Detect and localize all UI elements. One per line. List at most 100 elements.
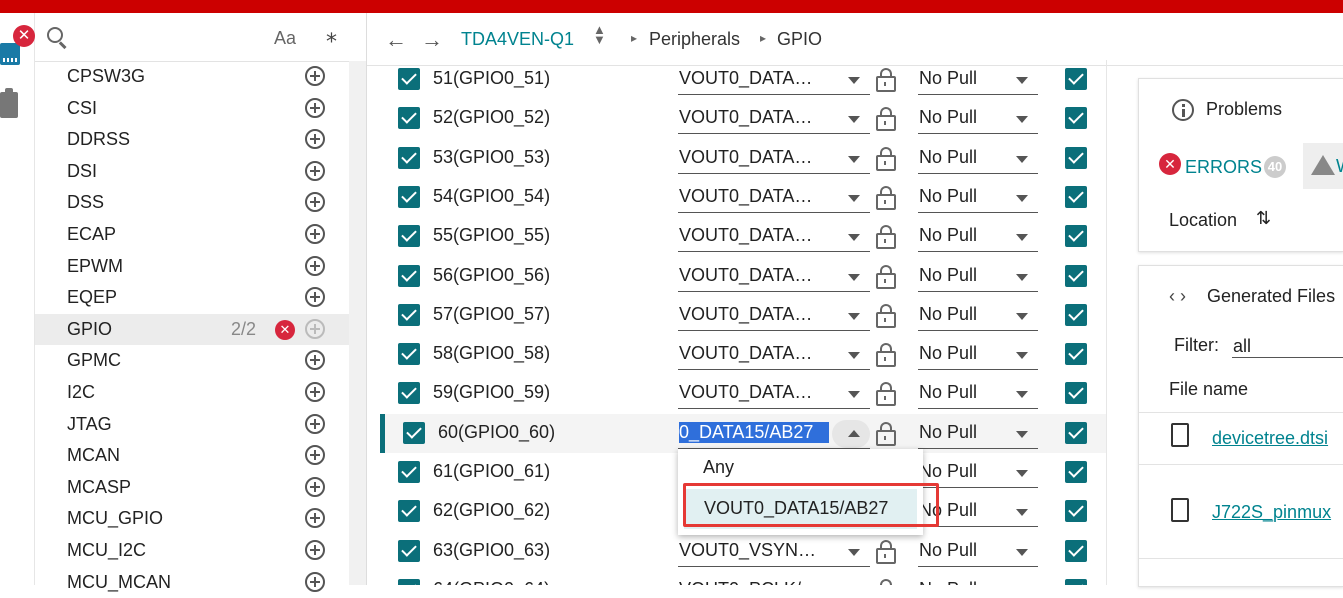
file-link-devicetree[interactable]: devicetree.dtsi (1212, 428, 1328, 449)
pin-enable-checkbox[interactable] (398, 107, 420, 129)
signal-select[interactable]: VOUT0_DATA… (678, 105, 870, 134)
table-row[interactable]: 55(GPIO0_55)VOUT0_DATA…No Pull (380, 217, 1106, 256)
pull-select[interactable]: No Pull (918, 184, 1038, 213)
chevron-down-icon[interactable] (1016, 313, 1028, 320)
sidebar-divider[interactable] (366, 13, 367, 585)
add-instance-icon[interactable] (305, 508, 325, 528)
chevron-down-icon[interactable] (1016, 431, 1028, 438)
pull-select[interactable]: No Pull (918, 380, 1038, 409)
sidebar-item-dss[interactable]: DSS (35, 187, 349, 219)
file-link-pinmux[interactable]: J722S_pinmux (1212, 502, 1331, 523)
pull-select[interactable]: No Pull (918, 420, 1038, 449)
pull-select[interactable]: No Pull (918, 263, 1038, 292)
device-selector[interactable]: TDA4VEN-Q1 (461, 29, 574, 50)
chevron-down-icon[interactable] (848, 116, 860, 123)
dropdown-option-any[interactable]: Any (703, 457, 734, 478)
chevron-down-icon[interactable] (1016, 352, 1028, 359)
back-arrow-icon[interactable]: ← (385, 27, 407, 53)
breadcrumb-peripherals[interactable]: Peripherals (649, 29, 740, 50)
signal-select[interactable]: VOUT0_DATA… (678, 380, 870, 409)
add-instance-icon[interactable] (305, 572, 325, 592)
location-column-header[interactable]: Location (1169, 210, 1237, 231)
pin-option-checkbox[interactable] (1065, 461, 1087, 483)
table-row[interactable]: 51(GPIO0_51)VOUT0_DATA…No Pull (380, 60, 1106, 99)
pin-enable-checkbox[interactable] (398, 500, 420, 522)
table-row[interactable]: 63(GPIO0_63)VOUT0_VSYN…No Pull (380, 532, 1106, 571)
add-instance-icon[interactable] (305, 161, 325, 181)
chevron-down-icon[interactable] (1016, 116, 1028, 123)
lock-icon[interactable] (876, 312, 896, 328)
signal-select[interactable]: VOUT0_DATA… (678, 184, 870, 213)
lock-icon[interactable] (876, 430, 896, 446)
warnings-filter-button[interactable]: W (1303, 143, 1343, 189)
signal-select[interactable]: VOUT0_DATA… (678, 263, 870, 292)
pin-enable-checkbox[interactable] (398, 225, 420, 247)
lock-icon[interactable] (876, 233, 896, 249)
chevron-up-icon[interactable] (848, 430, 860, 437)
signal-select[interactable]: VOUT0_DATA… (678, 341, 870, 370)
sidebar-search-bar[interactable]: Aa ⁎ (35, 13, 367, 62)
chevron-down-icon[interactable] (848, 313, 860, 320)
pull-select[interactable]: No Pull (918, 223, 1038, 252)
pin-option-checkbox[interactable] (1065, 304, 1087, 326)
lock-icon[interactable] (876, 351, 896, 367)
pin-enable-checkbox[interactable] (398, 304, 420, 326)
pin-option-checkbox[interactable] (1065, 382, 1087, 404)
pin-enable-checkbox[interactable] (398, 147, 420, 169)
add-instance-icon[interactable] (305, 350, 325, 370)
pull-select[interactable]: No Pull (918, 577, 1038, 585)
chevron-down-icon[interactable] (1016, 549, 1028, 556)
sidebar-item-i2c[interactable]: I2C (35, 377, 349, 409)
pin-enable-checkbox[interactable] (398, 540, 420, 562)
table-row[interactable]: 52(GPIO0_52)VOUT0_DATA…No Pull (380, 99, 1106, 138)
pull-select[interactable]: No Pull (918, 145, 1038, 174)
match-case-toggle[interactable]: Aa (274, 28, 296, 49)
lock-icon[interactable] (876, 390, 896, 406)
sidebar-item-epwm[interactable]: EPWM (35, 251, 349, 283)
chevron-down-icon[interactable] (1016, 77, 1028, 84)
chip-icon[interactable] (0, 43, 20, 65)
signal-select[interactable]: VOUT0_DATA… (678, 223, 870, 252)
chevron-down-icon[interactable] (1016, 391, 1028, 398)
search-icon[interactable] (47, 27, 63, 43)
add-instance-icon[interactable] (305, 540, 325, 560)
sidebar-item-mcu-gpio[interactable]: MCU_GPIO (35, 503, 349, 535)
add-instance-icon[interactable] (305, 129, 325, 149)
pin-option-checkbox[interactable] (1065, 68, 1087, 90)
add-instance-icon[interactable] (305, 477, 325, 497)
pin-enable-checkbox[interactable] (398, 579, 420, 585)
pull-select[interactable]: No Pull (918, 66, 1038, 95)
pin-option-checkbox[interactable] (1065, 147, 1087, 169)
forward-arrow-icon[interactable]: → (421, 27, 443, 53)
add-instance-icon[interactable] (305, 98, 325, 118)
signal-select[interactable]: VOUT0_DATA… (678, 145, 870, 174)
errors-filter-button[interactable]: ERRORS (1185, 157, 1262, 178)
signal-select[interactable]: VOUT0_PCLK/… (678, 577, 870, 585)
sidebar-item-mcasp[interactable]: MCASP (35, 472, 349, 504)
pull-select[interactable]: No Pull (918, 302, 1038, 331)
pin-option-checkbox[interactable] (1065, 343, 1087, 365)
sidebar-item-gpmc[interactable]: GPMC (35, 345, 349, 377)
chevron-down-icon[interactable] (1016, 470, 1028, 477)
chevron-down-icon[interactable] (848, 234, 860, 241)
lock-icon[interactable] (876, 76, 896, 92)
signal-select[interactable]: 0_DATA15/AB27 (678, 420, 870, 449)
pin-option-checkbox[interactable] (1065, 186, 1087, 208)
table-row[interactable]: 54(GPIO0_54)VOUT0_DATA…No Pull (380, 178, 1106, 217)
pin-enable-checkbox[interactable] (398, 68, 420, 90)
pin-option-checkbox[interactable] (1065, 500, 1087, 522)
pull-select[interactable]: No Pull (918, 341, 1038, 370)
sidebar-item-dsi[interactable]: DSI (35, 156, 349, 188)
lock-icon[interactable] (876, 548, 896, 564)
chevron-down-icon[interactable] (848, 156, 860, 163)
sidebar-item-jtag[interactable]: JTAG (35, 409, 349, 441)
add-instance-icon[interactable] (305, 414, 325, 434)
pin-option-checkbox[interactable] (1065, 107, 1087, 129)
clipboard-icon[interactable] (0, 92, 18, 118)
pin-option-checkbox[interactable] (1065, 540, 1087, 562)
sidebar-item-csi[interactable]: CSI (35, 93, 349, 125)
add-instance-icon[interactable] (305, 319, 325, 339)
sidebar-item-eqep[interactable]: EQEP (35, 282, 349, 314)
add-instance-icon[interactable] (305, 224, 325, 244)
add-instance-icon[interactable] (305, 382, 325, 402)
